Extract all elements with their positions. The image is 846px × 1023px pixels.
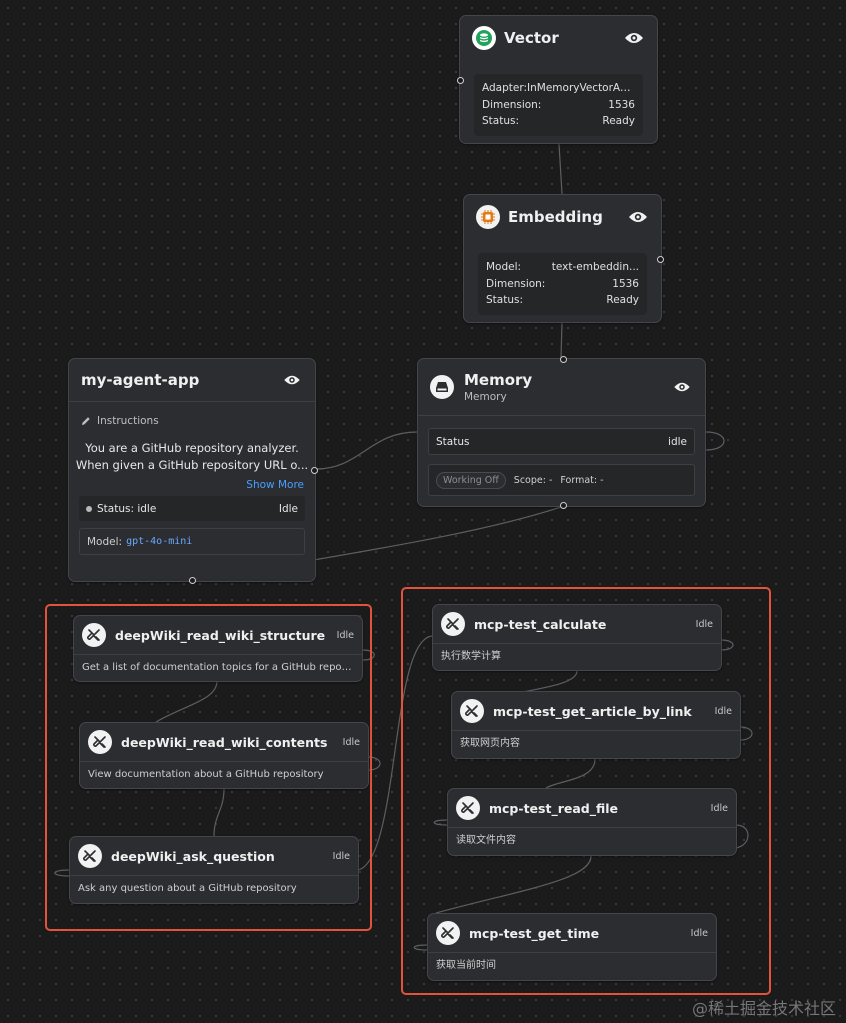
wire-memory-loop (705, 431, 725, 451)
instructions-label: Instructions (97, 415, 159, 427)
embedding-row-model: Model: text-embeddin... (486, 261, 639, 273)
eye-icon[interactable] (671, 376, 693, 398)
vector-row-dimension: Dimension: 1536 (482, 98, 635, 111)
wire-embedding-memory (560, 321, 563, 359)
eye-icon[interactable] (627, 206, 649, 228)
tools-icon (456, 796, 480, 820)
embedding-title: Embedding (508, 208, 603, 226)
pencil-icon (82, 417, 90, 425)
memory-title: Memory (464, 371, 533, 389)
agent-title: my-agent-app (81, 371, 200, 389)
chip-icon (476, 205, 500, 229)
port[interactable] (657, 256, 664, 263)
port[interactable] (189, 577, 196, 584)
tools-icon (441, 612, 465, 636)
tools-icon (460, 699, 484, 723)
wire-agent-memory (315, 431, 418, 470)
memory-subtitle: Memory (464, 391, 507, 403)
wire-vector-embedding (558, 143, 563, 195)
show-more-link[interactable]: Show More (69, 479, 315, 491)
tools-icon (88, 730, 112, 754)
tool-node-mcp-test-calculate[interactable]: mcp-test_calculate Idle 执行数学计算 (432, 604, 722, 671)
tool-node-mcp-test-read-file[interactable]: mcp-test_read_file Idle 读取文件内容 (447, 788, 737, 856)
tool-node-deepwiki-read-wiki-structure[interactable]: deepWiki_read_wiki_structure Idle Get a … (73, 615, 363, 682)
memory-options-bar: Working Off Scope: - Format: - (428, 464, 695, 496)
tool-node-mcp-test-get-time[interactable]: mcp-test_get_time Idle 获取当前时间 (427, 913, 717, 981)
tool-node-deepwiki-ask-question[interactable]: deepWiki_ask_question Idle Ask any quest… (69, 836, 359, 904)
instructions-text: You are a GitHub repository analyzer. Wh… (75, 441, 309, 472)
memory-status-bar: Status idle (428, 428, 695, 455)
embedding-properties: Model: text-embeddin... Dimension: 1536 St… (478, 253, 647, 315)
port[interactable] (311, 467, 318, 474)
vector-title: Vector (504, 29, 559, 47)
tool-node-mcp-test-get-article-by-link[interactable]: mcp-test_get_article_by_link Idle 获取网页内容 (451, 691, 741, 759)
status-dot (86, 505, 92, 512)
agent-node[interactable]: my-agent-app Instructions You are a GitH… (68, 358, 318, 584)
model-value: gpt-4o-mini (126, 536, 193, 547)
instructions-header: Instructions (69, 402, 315, 440)
port[interactable] (560, 356, 567, 363)
watermark: @稀土掘金技术社区 (691, 999, 836, 1018)
embedding-node[interactable]: Embedding Model: text-embeddin... Dimensi… (463, 194, 664, 323)
port[interactable] (457, 77, 464, 84)
vector-row-adapter: Adapter:InMemoryVectorAdapter (482, 82, 635, 94)
agent-model-bar: Model: gpt-4o-mini (79, 528, 305, 555)
embedding-row-dimension: Dimension: 1536 (486, 277, 639, 290)
port[interactable] (560, 502, 567, 509)
tool-node-deepwiki-read-wiki-contents[interactable]: deepWiki_read_wiki_contents Idle View do… (79, 722, 369, 789)
vector-properties: Adapter:InMemoryVectorAdapter Dimension:… (474, 74, 643, 136)
tools-icon (82, 623, 106, 647)
database-icon (472, 26, 496, 50)
agent-status-bar: Status: idle Idle (79, 496, 305, 521)
vector-node[interactable]: Vector Adapter:InMemoryVectorAdapter Dim… (457, 15, 658, 144)
memory-icon (430, 375, 454, 399)
memory-node[interactable]: Memory Memory Status idle Working Off Sc… (417, 356, 706, 509)
vector-row-status: Status: Ready (482, 115, 635, 127)
eye-icon[interactable] (623, 27, 645, 49)
eye-icon[interactable] (281, 369, 303, 391)
working-off-badge[interactable]: Working Off (436, 471, 506, 489)
tools-icon (78, 844, 102, 868)
tools-icon (436, 921, 460, 945)
embedding-row-status: Status: Ready (486, 294, 639, 306)
